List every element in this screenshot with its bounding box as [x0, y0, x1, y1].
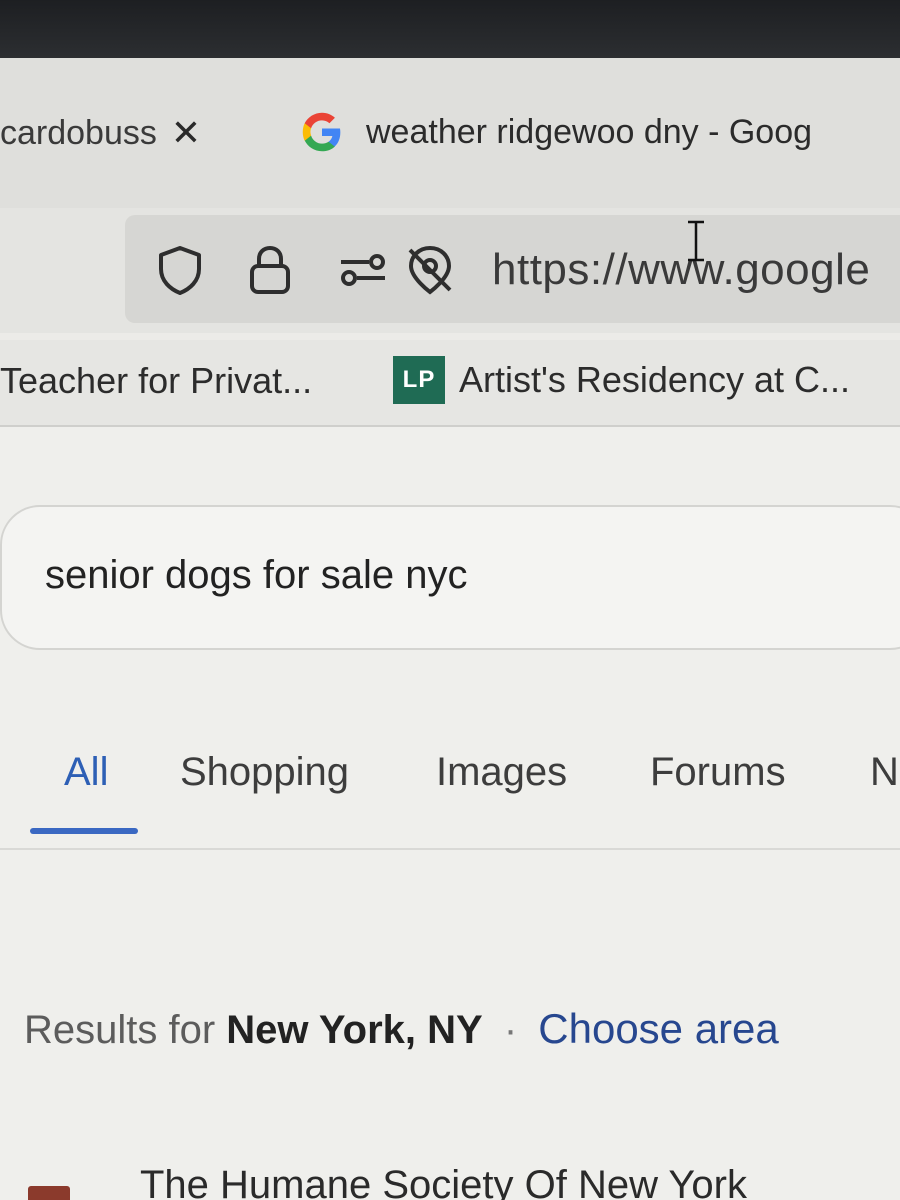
bookmark-label: Artist's Residency at C...	[459, 359, 850, 400]
permissions-icon[interactable]	[333, 240, 393, 300]
location-separator: ·	[503, 1008, 518, 1052]
tab-forums[interactable]: Forums	[650, 750, 786, 795]
bookmark-item-teacher[interactable]: Teacher for Privat...	[0, 360, 312, 402]
tab-shopping[interactable]: Shopping	[180, 750, 349, 795]
tab-active-label: weather ridgewoo dny - Goog	[366, 112, 813, 151]
tracking-off-icon[interactable]	[400, 240, 460, 300]
location-prefix: Results for	[24, 1008, 216, 1052]
tab-images[interactable]: Images	[436, 750, 567, 795]
address-bar-url[interactable]: https://www.google	[492, 245, 870, 295]
tabs-divider	[0, 848, 900, 850]
close-icon[interactable]: ✕	[171, 115, 201, 151]
bookmark-item-artist-residency[interactable]: LP Artist's Residency at C...	[393, 356, 850, 404]
tab-all[interactable]: All	[64, 750, 108, 795]
screen-bezel	[0, 0, 900, 58]
result-favicon-icon	[28, 1186, 70, 1200]
lock-icon[interactable]	[240, 240, 300, 300]
location-place: New York, NY	[226, 1008, 483, 1052]
lp-favicon-icon: LP	[393, 356, 445, 404]
tab-previous-label: cardobuss	[0, 113, 157, 152]
browser-window: cardobuss ✕ weather ridgewoo dny - Goog …	[0, 0, 900, 1200]
location-notice: Results for New York, NY · Choose area	[24, 1005, 779, 1053]
tab-news[interactable]: N	[870, 750, 899, 795]
tab-active[interactable]: weather ridgewoo dny - Goog	[300, 106, 812, 158]
google-g-icon	[302, 112, 341, 152]
search-input[interactable]: senior dogs for sale nyc	[45, 553, 467, 598]
result-title[interactable]: The Humane Society Of New York	[140, 1163, 747, 1200]
tab-previous[interactable]: cardobuss ✕	[0, 108, 201, 158]
active-tab-indicator	[30, 828, 138, 834]
text-cursor-icon	[688, 220, 704, 262]
shield-icon[interactable]	[150, 240, 210, 300]
choose-area-link[interactable]: Choose area	[538, 1005, 779, 1052]
